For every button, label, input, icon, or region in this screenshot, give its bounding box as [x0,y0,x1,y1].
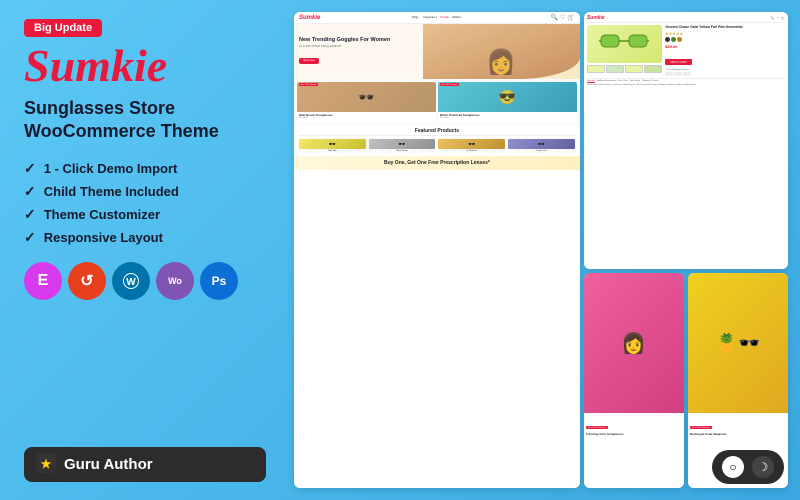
feature-text-4: Responsive Layout [44,230,163,245]
subtitle-line2: WooCommerce Theme [24,121,219,141]
feature-text-2: Child Theme Included [44,184,179,199]
gallery-item-1: 👩 Up to 20% Discount Trending Girls Sung… [584,273,684,488]
feature-item-2: ✓ Child Theme Included [24,183,266,200]
featured-title: Featured Products [298,128,576,136]
guru-author-label: Guru Author [64,456,153,473]
check-icon-3: ✓ [24,206,36,223]
tech-icons: E ↺ W Wo Ps [24,262,266,300]
left-panel: Big Update Sumkie Sunglasses Store WooCo… [0,0,290,500]
feature-text-1: 1 - Click Demo Import [44,161,178,176]
light-mode-icon: ○ [722,456,744,478]
center-screenshots: Sumkie Shop Categories ▾ On Sale Wishlis… [294,12,580,488]
mock-logo: Sumkie [299,15,320,21]
big-update-badge: Big Update [24,19,102,37]
guru-author-badge: ★ Guru Author [24,447,266,482]
photoshop-icon: Ps [200,262,238,300]
mock-hero-btn: Shop Now [299,58,319,64]
gallery1-label: Trending Girls Sunglasses [586,433,682,437]
customizer-icon: ↺ [68,262,106,300]
promo-title: Buy One, Get One Free Prescription Lense… [298,160,576,166]
detail-logo: Sumkie [587,15,605,21]
guru-star-icon: ★ [36,453,56,476]
svg-text:★: ★ [41,457,52,471]
brand-subtitle: Sunglasses Store WooCommerce Theme [24,97,266,144]
detail-product-title: Vincent Chase Gold Yellow Full Rim Geome… [665,25,785,30]
wordpress-icon: W [112,262,150,300]
gallery2-label: Rectangle Polar Magnetic [690,433,786,437]
features-list: ✓ 1 - Click Demo Import ✓ Child Theme In… [24,160,266,246]
mock-hero-title: New Trending Goggles For Women [299,37,390,44]
woocommerce-icon: Wo [156,262,194,300]
right-panel: Sumkie Shop Categories ▾ On Sale Wishlis… [290,0,800,500]
subtitle-line1: Sunglasses Store [24,98,175,118]
glasses-svg [599,29,649,54]
main-container: Big Update Sumkie Sunglasses Store WooCo… [0,0,800,500]
feature-item-1: ✓ 1 - Click Demo Import [24,160,266,177]
check-icon-4: ✓ [24,229,36,246]
add-to-cart-btn: ADD TO CART [665,59,692,65]
check-icon-2: ✓ [24,183,36,200]
main-screenshot: Sumkie Shop Categories ▾ On Sale Wishlis… [294,12,580,488]
feature-item-3: ✓ Theme Customizer [24,206,266,223]
brand-title: Sumkie [24,43,266,89]
right-screenshots: Sumkie 🔍♡🛒 [584,12,788,488]
check-icon-1: ✓ [24,160,36,177]
detail-screenshot: Sumkie 🔍♡🛒 [584,12,788,269]
feature-item-4: ✓ Responsive Layout [24,229,266,246]
svg-text:W: W [126,277,136,288]
feature-text-3: Theme Customizer [44,207,160,222]
elementor-icon: E [24,262,62,300]
mock-hero-sub: Up to 30% Off Best Selling at $180.00 [299,45,390,48]
dark-mode-icon: ☽ [752,456,774,478]
dark-mode-toggle[interactable]: ○ ☽ [712,450,784,484]
